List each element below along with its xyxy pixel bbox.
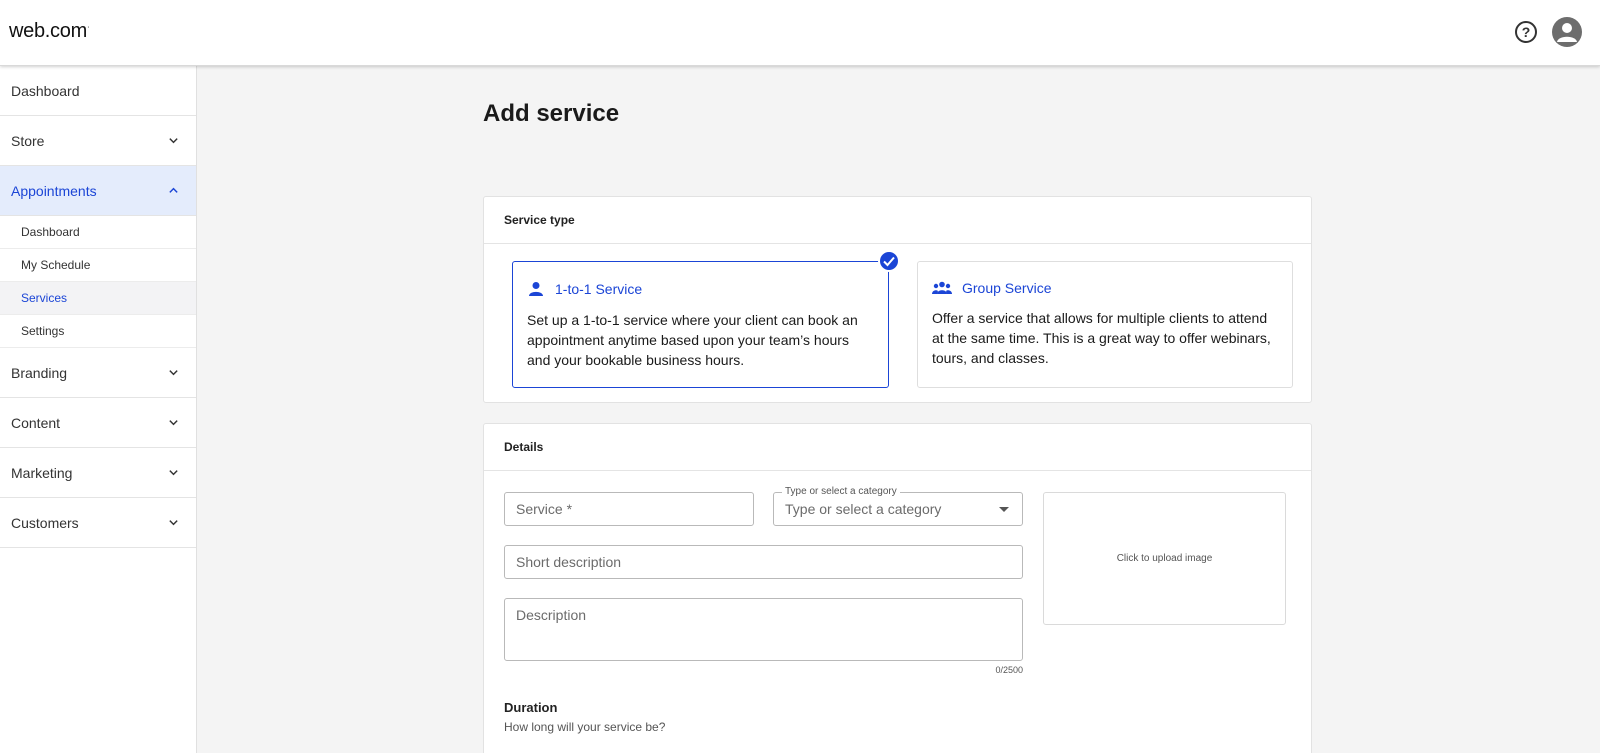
sidebar-item-label: Marketing bbox=[11, 465, 73, 481]
group-icon bbox=[932, 281, 952, 294]
one-to-one-service-option[interactable]: 1-to-1 Service Set up a 1-to-1 service w… bbox=[512, 250, 900, 388]
sidebar-item-label: Appointments bbox=[11, 183, 97, 199]
sidebar-subitem-settings[interactable]: Settings bbox=[0, 315, 196, 348]
sidebar-item-label: Dashboard bbox=[11, 83, 80, 99]
chevron-down-icon bbox=[169, 138, 178, 144]
category-select[interactable]: Type or select a category Type or select… bbox=[773, 486, 1023, 526]
category-placeholder: Type or select a category bbox=[785, 501, 942, 517]
page-title: Add service bbox=[483, 100, 620, 127]
person-icon bbox=[529, 282, 543, 296]
sidebar-item-content[interactable]: Content bbox=[0, 398, 196, 448]
top-bar: web.com· ? bbox=[0, 0, 1600, 66]
chevron-down-icon bbox=[169, 370, 178, 376]
image-upload-area[interactable]: Click to upload image bbox=[1043, 492, 1286, 625]
sidebar-subitem-my-schedule[interactable]: My Schedule bbox=[0, 249, 196, 282]
description-textarea[interactable]: Description bbox=[504, 598, 1023, 661]
group-service-option[interactable]: Group Service Offer a service that allow… bbox=[917, 261, 1293, 388]
chevron-down-icon bbox=[169, 420, 178, 426]
category-floating-label: Type or select a category bbox=[782, 486, 900, 498]
selected-check-icon bbox=[878, 250, 900, 272]
sidebar-item-appointments[interactable]: Appointments bbox=[0, 166, 196, 216]
service-option-title: Group Service bbox=[962, 280, 1052, 296]
character-counter: 0/2500 bbox=[995, 665, 1023, 675]
service-option-description: Offer a service that allows for multiple… bbox=[932, 310, 1271, 366]
caret-down-icon bbox=[999, 507, 1009, 512]
sidebar-subitem-dashboard[interactable]: Dashboard bbox=[0, 216, 196, 249]
sidebar-item-label: Store bbox=[11, 133, 45, 149]
sidebar-item-label: Branding bbox=[11, 365, 68, 381]
duration-subtitle: How long will your service be? bbox=[504, 720, 666, 734]
service-type-card: Service type 1-to-1 Service Set up a 1-t… bbox=[483, 196, 1312, 403]
sidebar-item-marketing[interactable]: Marketing bbox=[0, 448, 196, 498]
chevron-down-icon bbox=[169, 470, 178, 476]
sidebar-item-dashboard[interactable]: Dashboard bbox=[0, 66, 196, 116]
sidebar-item-label: Content bbox=[11, 415, 61, 431]
sidebar: Dashboard Store Appointments Dashboard M… bbox=[0, 66, 197, 753]
short-description-input[interactable]: Short description bbox=[504, 545, 1023, 579]
sidebar-subitem-services[interactable]: Services bbox=[0, 282, 196, 315]
sidebar-item-label: Customers bbox=[11, 515, 79, 531]
sidebar-item-customers[interactable]: Customers bbox=[0, 498, 196, 548]
chevron-down-icon bbox=[169, 520, 178, 526]
details-heading: Details bbox=[484, 424, 1311, 471]
duration-title: Duration bbox=[504, 700, 558, 715]
service-option-title: 1-to-1 Service bbox=[555, 281, 643, 297]
user-avatar-icon[interactable] bbox=[1552, 17, 1582, 47]
service-option-description: Set up a 1-to-1 service where your clien… bbox=[527, 312, 858, 368]
service-name-input[interactable]: Service * bbox=[504, 492, 754, 526]
sidebar-item-store[interactable]: Store bbox=[0, 116, 196, 166]
details-card: Details Service * Type or select a categ… bbox=[483, 423, 1312, 753]
help-icon[interactable]: ? bbox=[1515, 21, 1537, 43]
person-silhouette-icon bbox=[1557, 23, 1577, 42]
service-type-heading: Service type bbox=[484, 197, 1311, 244]
chevron-up-icon bbox=[169, 187, 178, 193]
web-com-logo[interactable]: web.com· bbox=[9, 20, 90, 43]
sidebar-item-branding[interactable]: Branding bbox=[0, 348, 196, 398]
